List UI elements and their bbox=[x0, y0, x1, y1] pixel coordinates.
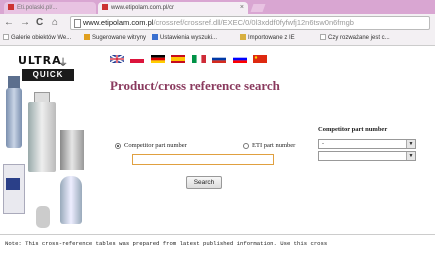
forward-icon[interactable]: → bbox=[20, 16, 30, 30]
competitor-column-header: Competitor part number bbox=[318, 126, 388, 133]
bookmark-item[interactable]: Sugerowane witryny bbox=[84, 32, 146, 45]
bookmark-icon bbox=[3, 34, 9, 40]
chevron-down-icon: ▼ bbox=[406, 140, 415, 148]
product-image bbox=[36, 206, 50, 228]
folder-icon bbox=[240, 34, 246, 40]
page-icon bbox=[74, 19, 81, 28]
page-content: ULTRA ⏚ QUICK Product/cross reference se… bbox=[0, 46, 435, 254]
competitor-select-value: - bbox=[322, 141, 324, 147]
product-image bbox=[6, 88, 22, 148]
bookmarks-bar: Galerie obiektów We... Sugerowane witryn… bbox=[0, 32, 435, 46]
bookmark-icon bbox=[320, 34, 326, 40]
product-image bbox=[6, 178, 20, 190]
search-button[interactable]: Search bbox=[186, 176, 222, 189]
product-select[interactable]: ▼ bbox=[318, 151, 416, 161]
browser-toolbar: ← → C ⌂ www.etipolam.com.pl/crossref/cro… bbox=[0, 14, 435, 32]
bookmark-item[interactable]: Czy rozważane jest c... bbox=[320, 32, 390, 45]
tab-active[interactable]: www.etipolam.com.pl/cr × bbox=[98, 2, 248, 14]
slovenia-flag[interactable] bbox=[232, 55, 247, 63]
chevron-down-icon: ▼ bbox=[406, 152, 415, 160]
uk-flag[interactable] bbox=[110, 55, 124, 63]
bookmark-item[interactable]: Importowane z IE bbox=[240, 32, 295, 45]
russia-flag[interactable] bbox=[212, 55, 227, 63]
reload-icon[interactable]: C bbox=[36, 16, 43, 30]
favicon-icon bbox=[102, 4, 108, 10]
logo-text-top: ULTRA bbox=[18, 54, 62, 67]
product-image bbox=[60, 130, 84, 170]
note-text: Note: This cross-reference tables was pr… bbox=[0, 234, 435, 254]
url-path: /crossref/crossref.dll/EXEC/0/0l3xddf0fy… bbox=[153, 18, 354, 27]
home-icon[interactable]: ⌂ bbox=[52, 16, 58, 30]
bookmark-label: Czy rozważane jest c... bbox=[328, 35, 390, 41]
competitor-radio[interactable] bbox=[115, 143, 121, 149]
china-flag[interactable] bbox=[253, 55, 268, 63]
bookmark-item[interactable]: Ustawienia wyszuki... bbox=[152, 32, 217, 45]
language-flags bbox=[110, 55, 269, 63]
address-bar[interactable]: www.etipolam.com.pl/crossref/crossref.dl… bbox=[70, 16, 430, 30]
new-tab-button[interactable] bbox=[250, 4, 266, 12]
ultra-quick-logo: ULTRA ⏚ QUICK bbox=[18, 54, 76, 84]
back-icon[interactable]: ← bbox=[4, 16, 14, 30]
url-host: www.etipolam.com.pl bbox=[83, 18, 154, 27]
bookmark-item[interactable]: Galerie obiektów We... bbox=[3, 32, 71, 45]
bookmark-icon bbox=[152, 34, 158, 40]
part-number-input[interactable] bbox=[132, 154, 274, 165]
bookmark-label: Sugerowane witryny bbox=[92, 35, 147, 41]
bookmark-label: Galerie obiektów We... bbox=[11, 35, 72, 41]
eti-radio-label: ETI part number bbox=[252, 142, 296, 149]
product-image bbox=[28, 102, 56, 172]
eti-radio[interactable] bbox=[243, 143, 249, 149]
poland-flag[interactable] bbox=[130, 55, 145, 63]
germany-flag[interactable] bbox=[150, 55, 165, 63]
bookmark-icon bbox=[84, 34, 90, 40]
italy-flag[interactable] bbox=[191, 55, 206, 63]
logo-text-bottom: QUICK bbox=[22, 69, 74, 81]
favicon-icon bbox=[8, 4, 14, 10]
product-image bbox=[60, 176, 82, 224]
bookmark-label: Importowane z IE bbox=[248, 35, 295, 41]
tab-inactive[interactable]: Eti.polaski.pl/... bbox=[4, 2, 96, 14]
plug-icon: ⏚ bbox=[58, 58, 68, 69]
page-title: Product/cross reference search bbox=[110, 78, 280, 93]
close-tab-icon[interactable]: × bbox=[240, 2, 244, 14]
spain-flag[interactable] bbox=[171, 55, 186, 63]
tab-strip: Eti.polaski.pl/... www.etipolam.com.pl/c… bbox=[0, 0, 435, 14]
tab-inactive-label: Eti.polaski.pl/... bbox=[17, 5, 58, 11]
competitor-radio-label: Competitor part number bbox=[124, 142, 187, 149]
tab-active-label: www.etipolam.com.pl/cr bbox=[111, 5, 175, 11]
competitor-select[interactable]: - ▼ bbox=[318, 139, 416, 149]
bookmark-label: Ustawienia wyszuki... bbox=[160, 35, 218, 41]
